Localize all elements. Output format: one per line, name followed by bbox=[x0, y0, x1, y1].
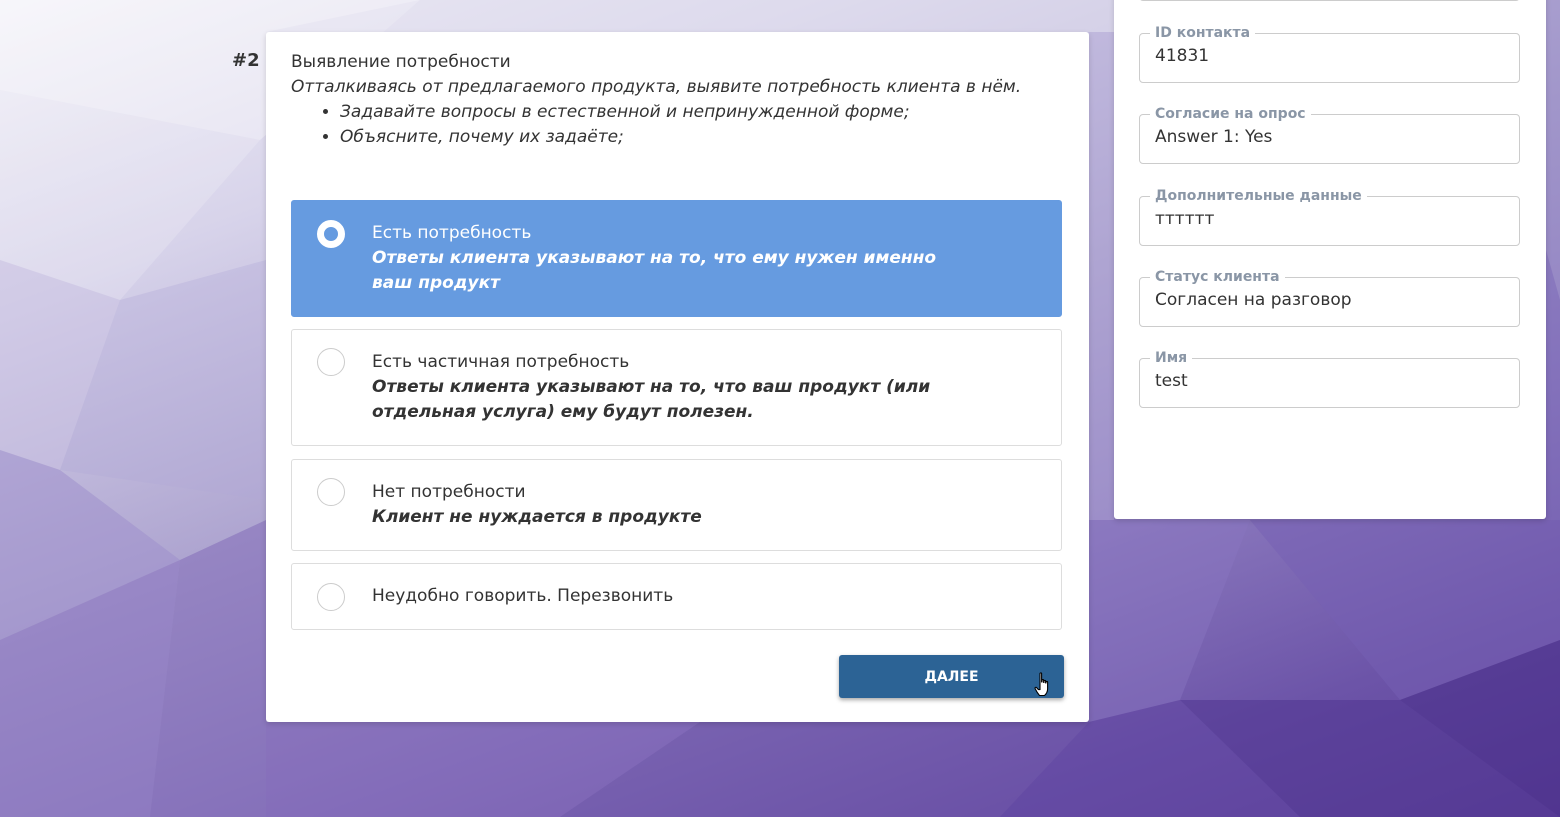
option-label: Есть потребность bbox=[372, 223, 532, 243]
option-sublabel: Ответы клиента указывают на то, что ему … bbox=[372, 248, 937, 293]
question-card: Выявление потребности Отталкиваясь от пр… bbox=[266, 32, 1089, 722]
radio-icon[interactable] bbox=[317, 583, 345, 611]
field-value: test bbox=[1155, 371, 1188, 391]
option-label: Есть частичная потребность bbox=[372, 352, 630, 372]
radio-selected-icon[interactable] bbox=[317, 220, 345, 248]
question-title: Выявление потребности bbox=[291, 52, 511, 72]
contact-info-card: ID контакта 41831 Согласие на опрос Answ… bbox=[1114, 0, 1546, 519]
client-status-field[interactable]: Статус клиента Согласен на разговор bbox=[1139, 267, 1520, 327]
field-value: тттттт bbox=[1155, 209, 1215, 229]
field-value: 41831 bbox=[1155, 46, 1210, 66]
option-sublabel: Ответы клиента указывают на то, что ваш … bbox=[372, 377, 931, 422]
hint-item: Задавайте вопросы в естественной и непри… bbox=[340, 100, 910, 125]
radio-icon[interactable] bbox=[317, 348, 345, 376]
field-label: ID контакта bbox=[1150, 23, 1256, 43]
field-label: Имя bbox=[1150, 348, 1193, 368]
field-edge bbox=[1139, 0, 1520, 1]
additional-data-field[interactable]: Дополнительные данные тттттт bbox=[1139, 186, 1520, 246]
field-value: Согласен на разговор bbox=[1155, 290, 1352, 310]
contact-id-field[interactable]: ID контакта 41831 bbox=[1139, 23, 1520, 83]
radio-icon[interactable] bbox=[317, 478, 345, 506]
option-has-need[interactable]: Есть потребность Ответы клиента указываю… bbox=[291, 200, 1062, 317]
option-label: Нет потребности bbox=[372, 482, 526, 502]
question-hints: Задавайте вопросы в естественной и непри… bbox=[322, 100, 910, 150]
option-no-need[interactable]: Нет потребности Клиент не нуждается в пр… bbox=[291, 459, 1062, 551]
question-description: Отталкиваясь от предлагаемого продукта, … bbox=[291, 77, 1022, 97]
option-call-back[interactable]: Неудобно говорить. Перезвонить bbox=[291, 563, 1062, 630]
field-value: Answer 1: Yes bbox=[1155, 127, 1273, 147]
field-label: Статус клиента bbox=[1150, 267, 1285, 287]
field-label: Дополнительные данные bbox=[1150, 186, 1367, 206]
option-partial-need[interactable]: Есть частичная потребность Ответы клиент… bbox=[291, 329, 1062, 446]
name-field[interactable]: Имя test bbox=[1139, 348, 1520, 408]
hint-item: Объясните, почему их задаёте; bbox=[340, 125, 910, 150]
field-label: Согласие на опрос bbox=[1150, 104, 1311, 124]
option-label: Неудобно говорить. Перезвонить bbox=[372, 586, 674, 606]
step-number: #2 bbox=[232, 50, 260, 71]
survey-consent-field[interactable]: Согласие на опрос Answer 1: Yes bbox=[1139, 104, 1520, 164]
next-button[interactable]: ДАЛЕЕ bbox=[839, 655, 1064, 698]
option-sublabel: Клиент не нуждается в продукте bbox=[372, 507, 702, 527]
